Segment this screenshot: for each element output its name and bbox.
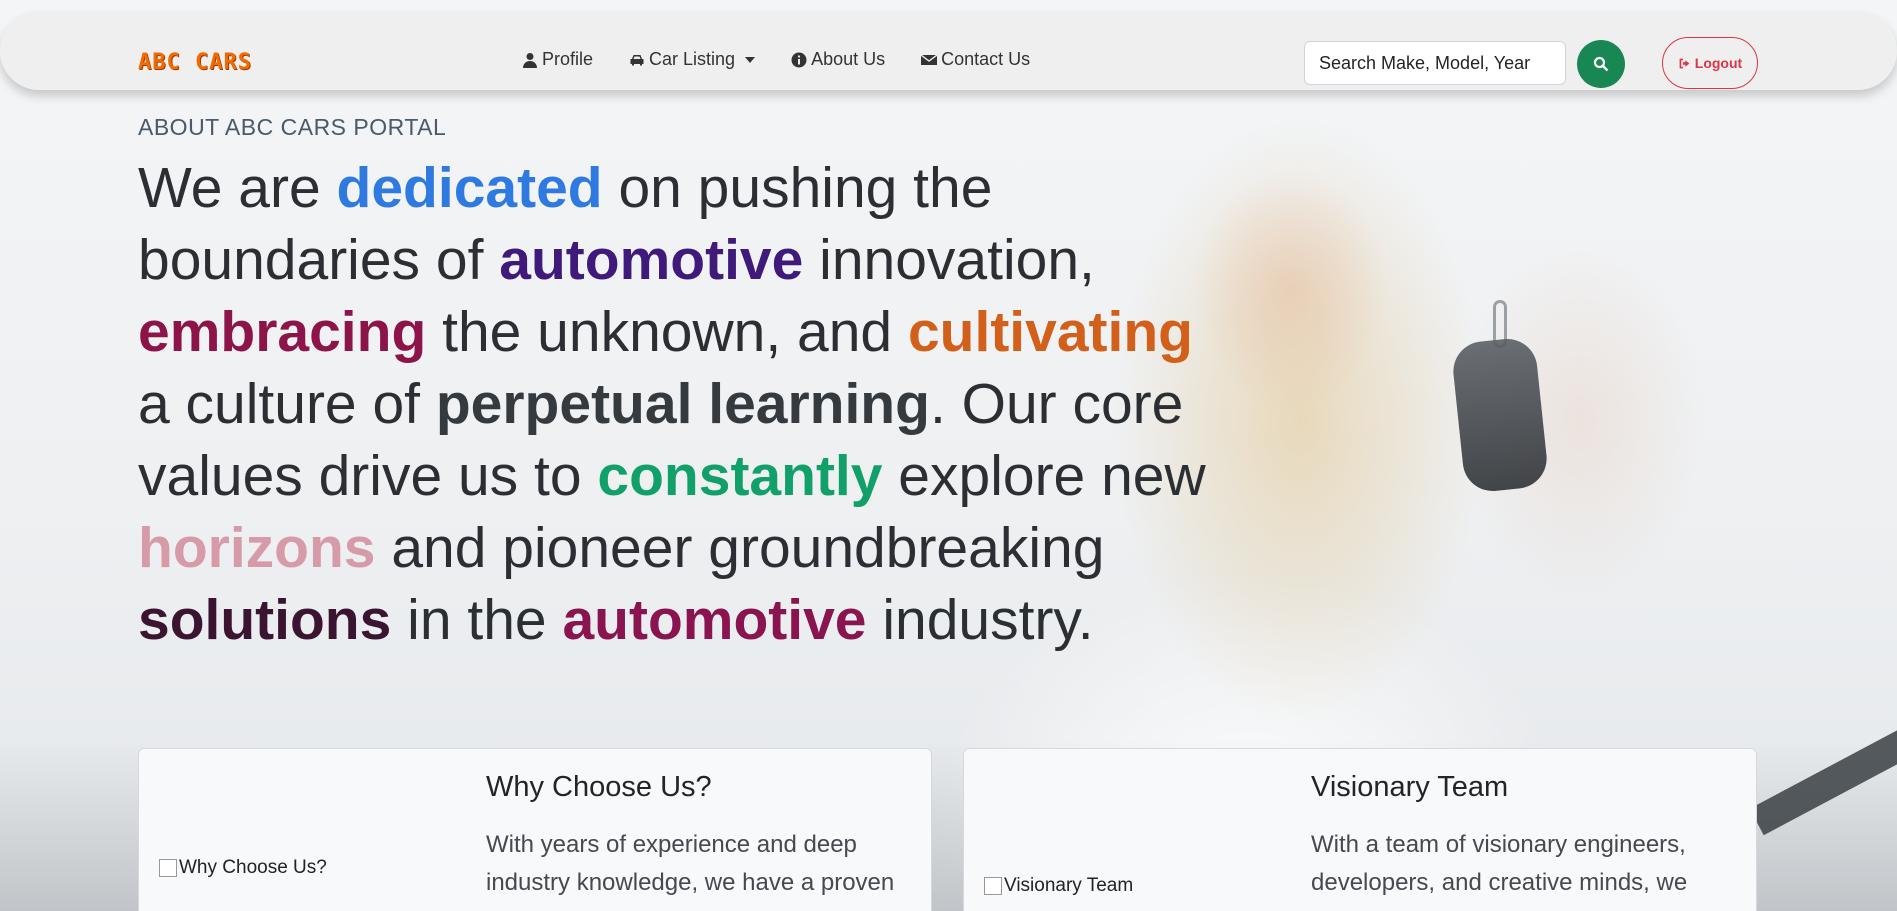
card-text: With a team of visionary engineers, deve… <box>1311 831 1688 896</box>
headline-highlight: embracing <box>138 300 427 364</box>
search-button[interactable] <box>1577 40 1625 88</box>
card-image-alt-text: Visionary Team <box>1004 875 1134 896</box>
card-title: Visionary Team <box>1311 771 1509 803</box>
headline-text: and pioneer groundbreaking <box>375 516 1105 580</box>
user-icon <box>523 52 537 68</box>
headline-text: We are <box>138 156 337 220</box>
card-text: With years of experience and deep indust… <box>486 831 895 896</box>
search-input[interactable] <box>1304 41 1566 85</box>
hero-eyebrow: ABOUT ABC CARS PORTAL <box>138 114 447 140</box>
hero-headline: We are dedicated on pushing the boundari… <box>138 152 1218 656</box>
logout-label: Logout <box>1694 55 1743 71</box>
headline-text: explore new <box>882 444 1206 508</box>
logout-button[interactable]: Logout <box>1662 37 1758 89</box>
nav-link-label: About Us <box>811 49 886 69</box>
nav-link-about-us[interactable]: About Us <box>791 49 885 70</box>
headline-highlight: dedicated <box>336 156 603 220</box>
headline-highlight: perpetual learning <box>435 372 930 436</box>
page: ABC CARS Profile Car Listing About Us Co… <box>0 0 1897 911</box>
car-icon <box>630 54 644 65</box>
card-why-choose-us: Why Choose Us? Why Choose Us? With years… <box>138 748 932 911</box>
broken-image-icon <box>159 859 177 877</box>
broken-image-icon <box>984 877 1002 895</box>
headline-highlight: automotive <box>499 228 804 292</box>
nav-link-label: Profile <box>542 49 594 69</box>
headline-highlight: cultivating <box>907 300 1193 364</box>
sign-out-icon <box>1679 58 1690 68</box>
info-circle-icon <box>791 52 807 67</box>
nav-link-profile[interactable]: Profile <box>522 49 593 70</box>
brand-logo[interactable]: ABC CARS <box>138 50 252 75</box>
nav-link-label: Contact Us <box>941 49 1031 69</box>
headline-text: innovation, <box>803 228 1095 292</box>
card-image: Why Choose Us? <box>159 857 327 879</box>
headline-highlight: horizons <box>138 516 376 580</box>
card-title: Why Choose Us? <box>486 771 712 803</box>
search-icon <box>1593 56 1609 72</box>
card-visionary-team: Visionary Team Visionary Team With a tea… <box>963 748 1757 911</box>
nav-link-car-listing[interactable]: Car Listing <box>629 49 756 70</box>
headline-highlight: constantly <box>597 444 883 508</box>
envelope-icon <box>921 53 938 65</box>
headline-text: in the <box>391 588 563 652</box>
chevron-down-icon <box>745 56 756 63</box>
headline-text: industry. <box>866 588 1094 652</box>
headline-text: the unknown, and <box>426 300 908 364</box>
nav-link-label: Car Listing <box>649 49 736 69</box>
headline-highlight: automotive <box>562 588 867 652</box>
headline-highlight: solutions <box>138 588 392 652</box>
card-image-alt-text: Why Choose Us? <box>179 857 327 878</box>
headline-text: a culture of <box>138 372 436 436</box>
nav-links: Profile Car Listing About Us Contact Us <box>522 49 1030 70</box>
navbar: ABC CARS Profile Car Listing About Us Co… <box>0 12 1897 90</box>
nav-link-contact-us[interactable]: Contact Us <box>921 49 1030 70</box>
card-image: Visionary Team <box>984 875 1133 897</box>
car-key-fob <box>1450 336 1550 494</box>
